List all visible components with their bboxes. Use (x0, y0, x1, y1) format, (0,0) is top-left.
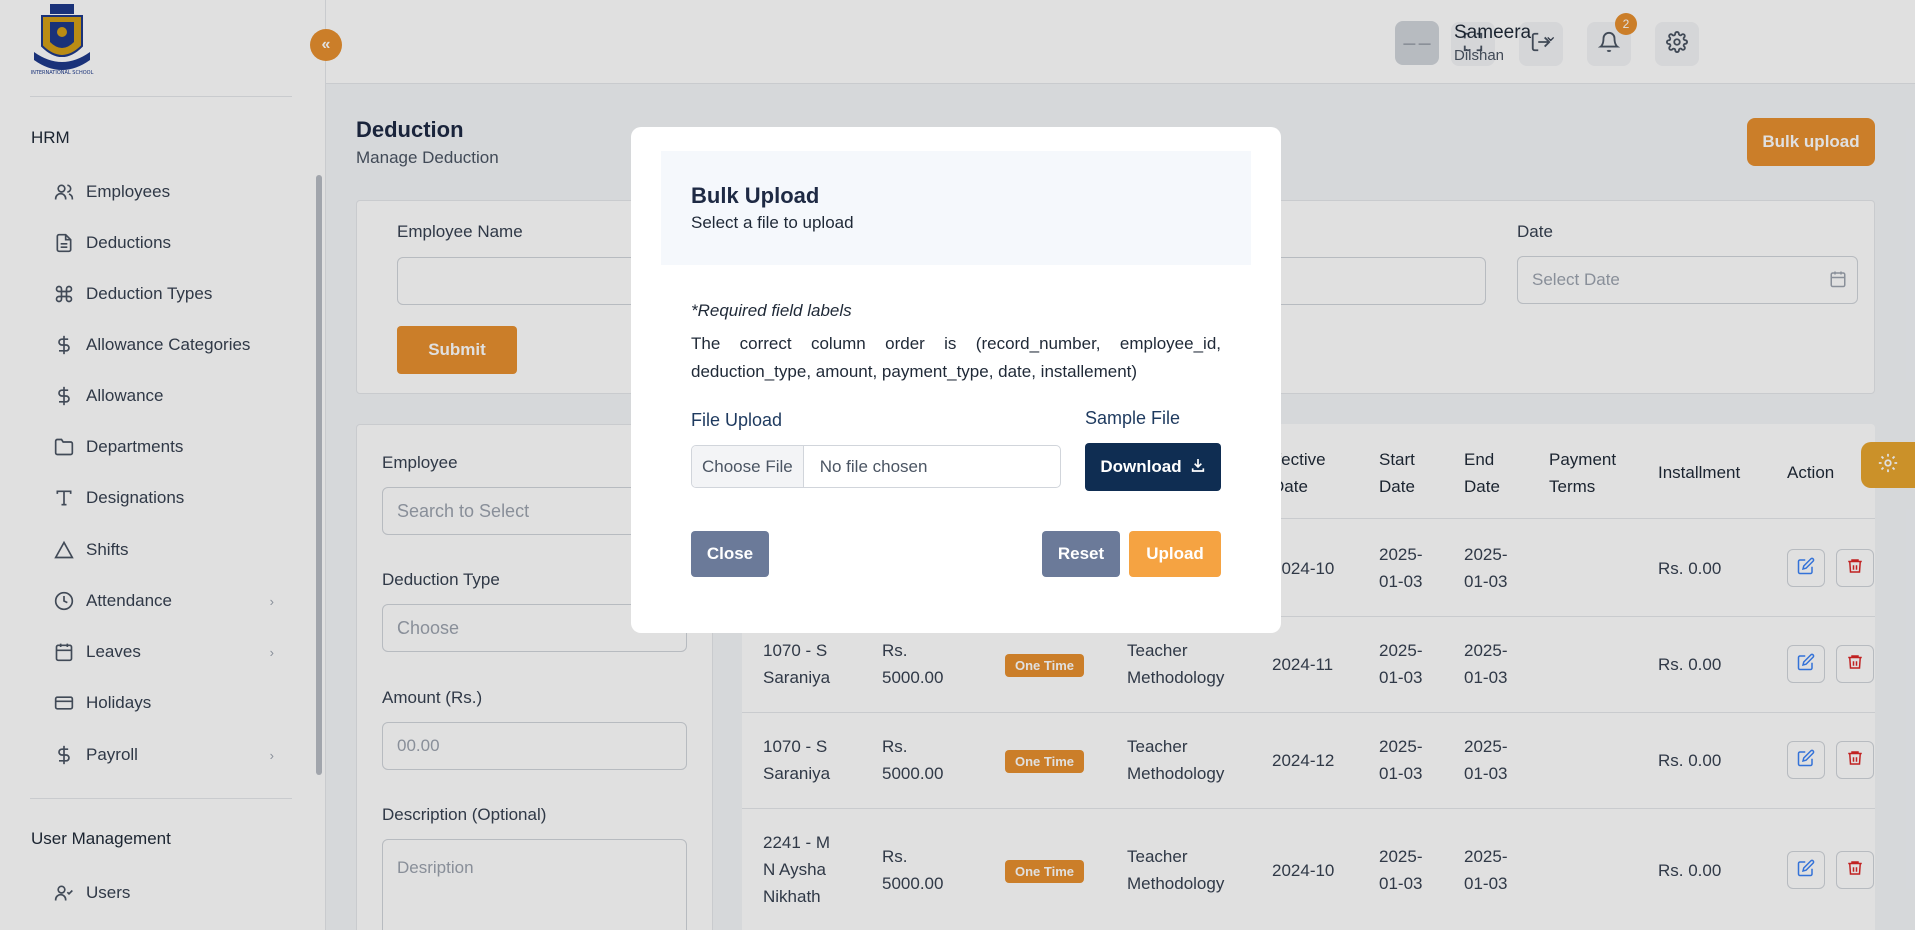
no-file-text: No file chosen (819, 456, 928, 476)
choose-file-button[interactable]: Choose File (692, 446, 804, 487)
download-icon (1190, 457, 1206, 478)
modal-subtitle: Select a file to upload (691, 213, 854, 232)
reset-button[interactable]: Reset (1042, 531, 1120, 577)
bulk-upload-modal: Bulk Upload Select a file to upload *Req… (631, 127, 1281, 633)
modal-header: Bulk Upload Select a file to upload (661, 151, 1251, 265)
modal-title: Bulk Upload (691, 183, 820, 208)
download-label: Download (1100, 457, 1182, 476)
sample-file-label: Sample File (1085, 408, 1181, 428)
column-order-description: The correct column order is (record_numb… (691, 334, 1221, 381)
download-sample-button[interactable]: Download (1085, 443, 1221, 491)
file-upload-label: File Upload (691, 410, 783, 430)
close-button[interactable]: Close (691, 531, 769, 577)
required-note: *Required field labels (691, 301, 852, 320)
upload-button[interactable]: Upload (1129, 531, 1221, 577)
file-input[interactable]: Choose File No file chosen (691, 445, 1061, 488)
